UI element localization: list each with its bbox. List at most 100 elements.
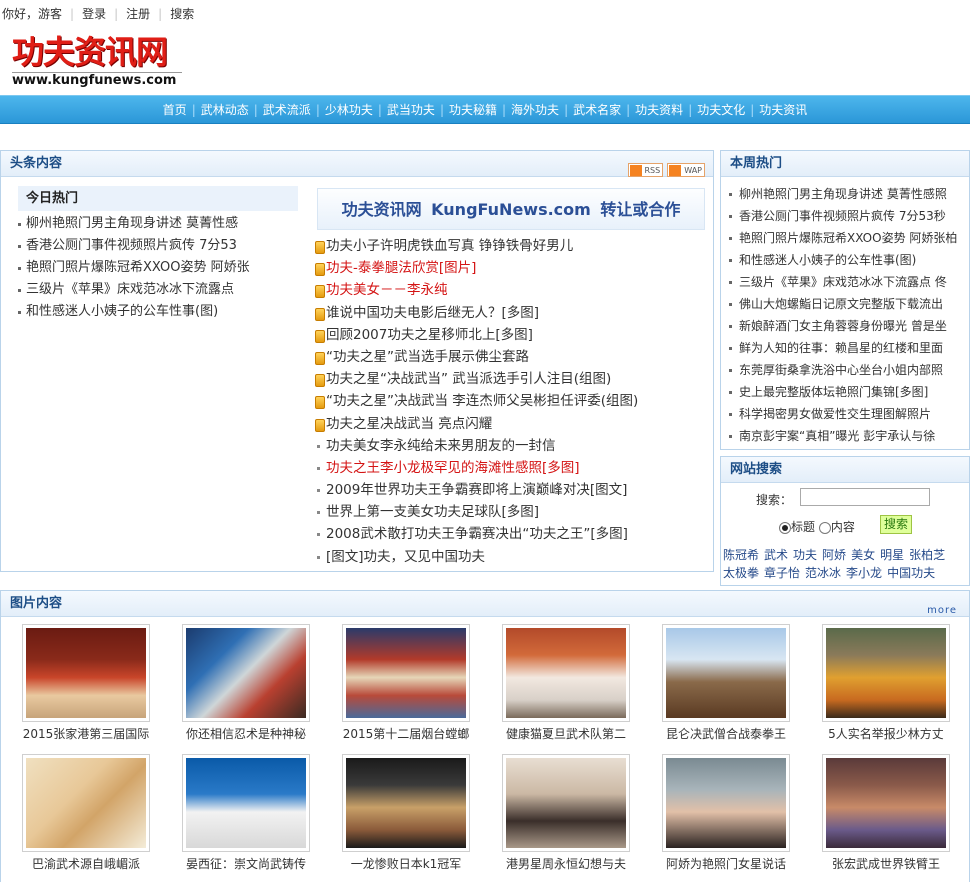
search-tag[interactable]: 武术 <box>764 546 788 564</box>
picture-caption[interactable]: 2015第十二届烟台螳螂 <box>341 726 471 742</box>
picture-caption[interactable]: 一龙惨败日本k1冠军 <box>341 856 471 872</box>
weekly-item[interactable]: 艳照门照片爆陈冠希XXOO姿势 阿娇张柏 <box>729 227 969 249</box>
search-tag[interactable]: 陈冠希 <box>723 546 759 564</box>
search-tag[interactable]: 功夫 <box>793 546 817 564</box>
headline-news-item[interactable]: 功夫小子许明虎铁血写真 铮铮铁骨好男儿 <box>314 235 709 257</box>
picture-card[interactable]: 你还相信忍术是种神秘 <box>181 624 311 742</box>
today-hot-item[interactable]: 香港公厕门事件视频照片疯传 7分53 <box>18 235 298 257</box>
thumbnail-image[interactable] <box>26 758 146 848</box>
search-tag[interactable]: 太极拳 <box>723 564 759 582</box>
headline-news-item[interactable]: 世界上第一支美女功夫足球队[多图] <box>314 501 709 523</box>
thumbnail-image[interactable] <box>506 758 626 848</box>
picture-caption[interactable]: 晏西征：崇文尚武铸传 <box>181 856 311 872</box>
picture-caption[interactable]: 张宏武成世界铁臂王 <box>821 856 951 872</box>
search-tag[interactable]: 阿娇 <box>822 546 846 564</box>
picture-frame[interactable] <box>662 624 790 722</box>
picture-card[interactable]: 5人实名举报少林方丈 <box>821 624 951 742</box>
picture-card[interactable]: 健康猫夏旦武术队第二 <box>501 624 631 742</box>
nav-item[interactable]: 海外功夫 <box>511 96 559 124</box>
nav-item[interactable]: 功夫文化 <box>697 96 745 124</box>
nav-item[interactable]: 武林动态 <box>201 96 249 124</box>
weekly-item[interactable]: 东莞厚街桑拿洗浴中心坐台小姐内部照 <box>729 359 969 381</box>
picture-frame[interactable] <box>822 624 950 722</box>
thumbnail-image[interactable] <box>826 628 946 718</box>
headline-news-item[interactable]: [图文]功夫，又见中国功夫 <box>314 546 709 568</box>
picture-caption[interactable]: 你还相信忍术是种神秘 <box>181 726 311 742</box>
nav-item[interactable]: 功夫资料 <box>635 96 683 124</box>
picture-caption[interactable]: 港男星周永恒幻想与夫 <box>501 856 631 872</box>
headline-news-item[interactable]: 回顾2007功夫之星移师北上[多图] <box>314 324 709 346</box>
thumbnail-image[interactable] <box>186 628 306 718</box>
today-hot-item[interactable]: 三级片《苹果》床戏范冰冰下流露点 <box>18 279 298 301</box>
search-link[interactable]: 搜索 <box>170 0 194 28</box>
nav-item[interactable]: 少林功夫 <box>325 96 373 124</box>
thumbnail-image[interactable] <box>666 758 786 848</box>
weekly-item[interactable]: 科学揭密男女做爱性交生理图解照片 <box>729 403 969 425</box>
radio-title[interactable] <box>779 521 791 534</box>
today-hot-item[interactable]: 和性感迷人小姨子的公车性事(图) <box>18 301 298 323</box>
picture-caption[interactable]: 5人实名举报少林方丈 <box>821 726 951 742</box>
search-tag[interactable]: 美女 <box>851 546 875 564</box>
rss-button[interactable]: RSS <box>627 163 664 177</box>
nav-item[interactable]: 功夫秘籍 <box>449 96 497 124</box>
thumbnail-image[interactable] <box>506 628 626 718</box>
weekly-item[interactable]: 柳州艳照门男主角现身讲述 莫菁性感照 <box>729 183 969 205</box>
picture-frame[interactable] <box>22 754 150 852</box>
search-tag[interactable]: 章子怡 <box>764 564 800 582</box>
thumbnail-image[interactable] <box>666 628 786 718</box>
headline-news-item[interactable]: 功夫美女李永纯给未来男朋友的一封信 <box>314 435 709 457</box>
picture-caption[interactable]: 昆仑决武僧合战泰拳王 <box>661 726 791 742</box>
wap-button[interactable]: WAP <box>667 163 705 177</box>
weekly-item[interactable]: 新娘醉酒门女主角蓉蓉身份曝光 曾是坐 <box>729 315 969 337</box>
search-tag[interactable]: 范冰冰 <box>805 564 841 582</box>
headline-news-item[interactable]: 功夫之星“决战武当” 武当派选手引人注目(组图) <box>314 368 709 390</box>
picture-card[interactable]: 张宏武成世界铁臂王 <box>821 754 951 872</box>
headline-news-item[interactable]: 功夫美女－－李永纯 <box>314 279 709 301</box>
weekly-item[interactable]: 和性感迷人小姨子的公车性事(图) <box>729 249 969 271</box>
picture-card[interactable]: 昆仑决武僧合战泰拳王 <box>661 624 791 742</box>
picture-card[interactable]: 巴渝武术源自峨嵋派 <box>21 754 151 872</box>
picture-frame[interactable] <box>342 754 470 852</box>
thumbnail-image[interactable] <box>186 758 306 848</box>
picture-card[interactable]: 阿娇为艳照门女星说话 <box>661 754 791 872</box>
picture-caption[interactable]: 巴渝武术源自峨嵋派 <box>21 856 151 872</box>
picture-caption[interactable]: 阿娇为艳照门女星说话 <box>661 856 791 872</box>
thumbnail-image[interactable] <box>826 758 946 848</box>
thumbnail-image[interactable] <box>346 758 466 848</box>
headline-news-item[interactable]: “功夫之星”决战武当 李连杰师父吴彬担任评委(组图) <box>314 390 709 412</box>
search-button[interactable]: 搜索 <box>880 515 912 534</box>
today-hot-item[interactable]: 艳照门照片爆陈冠希XXOO姿势 阿娇张 <box>18 257 298 279</box>
site-logo[interactable]: 功夫资讯网 www.kungfunews.com <box>12 34 182 94</box>
picture-caption[interactable]: 健康猫夏旦武术队第二 <box>501 726 631 742</box>
picture-frame[interactable] <box>822 754 950 852</box>
picture-frame[interactable] <box>22 624 150 722</box>
nav-item[interactable]: 功夫资讯 <box>759 96 807 124</box>
search-input[interactable] <box>800 488 930 506</box>
picture-card[interactable]: 一龙惨败日本k1冠军 <box>341 754 471 872</box>
picture-frame[interactable] <box>502 624 630 722</box>
headline-news-item[interactable]: “功夫之星”武当选手展示佛尘套路 <box>314 346 709 368</box>
headline-news-item[interactable]: 功夫之星决战武当 亮点闪耀 <box>314 413 709 435</box>
thumbnail-image[interactable] <box>346 628 466 718</box>
headline-news-item[interactable]: 2008武术散打功夫王争霸赛决出“功夫之王”[多图] <box>314 523 709 545</box>
weekly-item[interactable]: 香港公厕门事件视频照片疯传 7分53秒 <box>729 205 969 227</box>
weekly-item[interactable]: 佛山大炮螺鮨日记原文完整版下载流出 <box>729 293 969 315</box>
weekly-item[interactable]: 史上最完整版体坛艳照门集锦[多图] <box>729 381 969 403</box>
search-tag[interactable]: 李小龙 <box>846 564 882 582</box>
headline-news-item[interactable]: 2009年世界功夫王争霸赛即将上演巅峰对决[图文] <box>314 479 709 501</box>
picture-frame[interactable] <box>182 624 310 722</box>
today-hot-item[interactable]: 柳州艳照门男主角现身讲述 莫菁性感 <box>18 213 298 235</box>
weekly-item[interactable]: 鲜为人知的往事：赖昌星的红楼和里面 <box>729 337 969 359</box>
picture-card[interactable]: 港男星周永恒幻想与夫 <box>501 754 631 872</box>
thumbnail-image[interactable] <box>26 628 146 718</box>
nav-item[interactable]: 武术名家 <box>573 96 621 124</box>
weekly-item[interactable]: 三级片《苹果》床戏范冰冰下流露点 佟 <box>729 271 969 293</box>
picture-card[interactable]: 2015第十二届烟台螳螂 <box>341 624 471 742</box>
radio-content[interactable] <box>818 521 831 534</box>
nav-item[interactable]: 首页 <box>163 96 187 124</box>
weekly-item[interactable]: 南京彭宇案“真相”曝光 彭宇承认与徐 <box>729 425 969 447</box>
picture-card[interactable]: 2015张家港第三届国际 <box>21 624 151 742</box>
picture-frame[interactable] <box>182 754 310 852</box>
picture-frame[interactable] <box>662 754 790 852</box>
picture-frame[interactable] <box>502 754 630 852</box>
